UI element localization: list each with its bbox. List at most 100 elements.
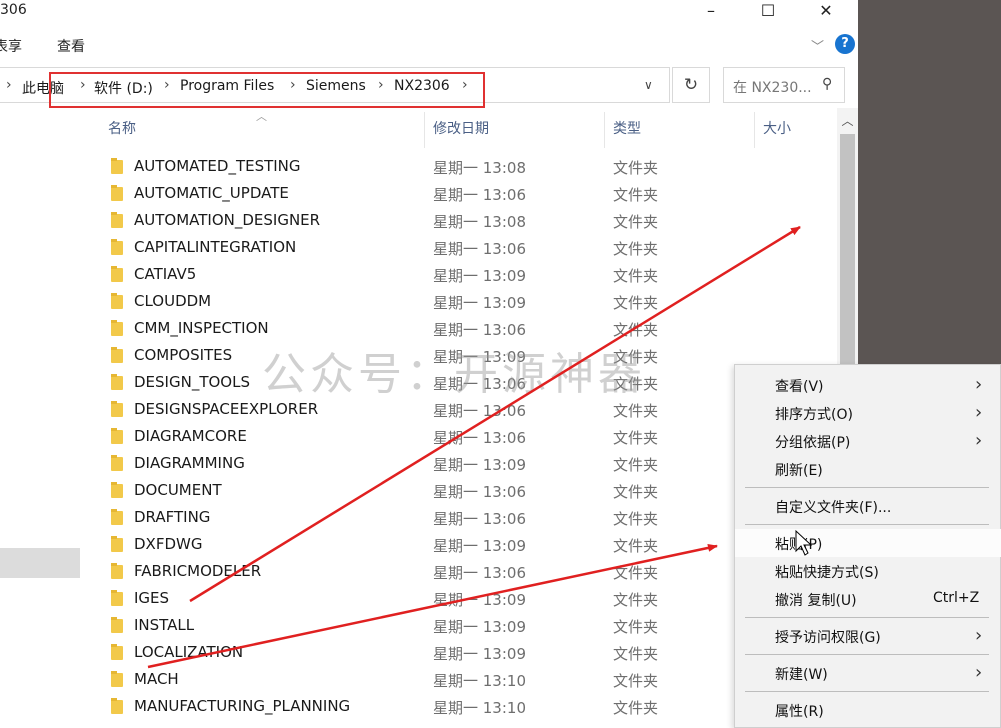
submenu-chevron-right-icon: › — [975, 402, 983, 423]
menu-item-label: 刷新(E) — [775, 463, 823, 479]
column-divider[interactable] — [604, 112, 605, 148]
file-type: 文件夹 — [613, 159, 659, 177]
file-row[interactable]: MACH 星期一 13:10 文件夹 — [100, 666, 750, 693]
menu-item-group[interactable]: 分组依据(P) › — [735, 427, 1001, 455]
close-button[interactable]: ✕ — [803, 0, 849, 24]
scrollbar-thumb[interactable] — [840, 134, 855, 394]
file-date: 星期一 13:06 — [433, 402, 526, 420]
context-menu: 查看(V) › 排序方式(O) › 分组依据(P) › 刷新(E) 自定义文件夹… — [734, 364, 1001, 728]
file-row[interactable]: CATIAV5 星期一 13:09 文件夹 — [100, 261, 750, 288]
menu-item-paste-shortcut[interactable]: 粘贴快捷方式(S) — [735, 557, 1001, 585]
column-header-name[interactable]: 名称 — [108, 118, 136, 138]
menu-item-label: 粘贴(P) — [775, 537, 823, 553]
file-row[interactable]: FABRICMODELER 星期一 13:06 文件夹 — [100, 558, 750, 585]
folder-icon — [111, 509, 123, 525]
nav-selected-item[interactable] — [0, 548, 80, 578]
file-row[interactable]: LOCALIZATION 星期一 13:09 文件夹 — [100, 639, 750, 666]
file-type: 文件夹 — [613, 699, 659, 717]
file-type: 文件夹 — [613, 591, 659, 609]
submenu-chevron-right-icon: › — [975, 374, 983, 395]
column-header-type[interactable]: 类型 — [613, 118, 641, 138]
address-highlight-box — [49, 72, 485, 108]
file-name: IGES — [134, 589, 170, 607]
file-type: 文件夹 — [613, 510, 659, 528]
column-divider[interactable] — [424, 112, 425, 148]
folder-icon — [111, 698, 123, 714]
file-row[interactable]: AUTOMATIC_UPDATE 星期一 13:06 文件夹 — [100, 180, 750, 207]
column-header-size[interactable]: 大小 — [763, 118, 791, 138]
menu-item-refresh[interactable]: 刷新(E) — [735, 455, 1001, 483]
file-row[interactable]: DOCUMENT 星期一 13:06 文件夹 — [100, 477, 750, 504]
menu-separator — [745, 487, 989, 488]
file-name: DIAGRAMCORE — [134, 427, 247, 445]
menu-item-new[interactable]: 新建(W) › — [735, 659, 1001, 687]
file-date: 星期一 13:06 — [433, 321, 526, 339]
file-type: 文件夹 — [613, 186, 659, 204]
menu-item-sort[interactable]: 排序方式(O) › — [735, 399, 1001, 427]
file-name: DESIGN_TOOLS — [134, 373, 250, 391]
file-type: 文件夹 — [613, 483, 659, 501]
file-type: 文件夹 — [613, 240, 659, 258]
folder-icon — [111, 455, 123, 471]
file-date: 星期一 13:10 — [433, 699, 526, 717]
menu-item-label: 排序方式(O) — [775, 407, 853, 423]
file-row[interactable]: AUTOMATED_TESTING 星期一 13:08 文件夹 — [100, 153, 750, 180]
file-date: 星期一 13:09 — [433, 591, 526, 609]
folder-icon — [111, 401, 123, 417]
menu-item-properties[interactable]: 属性(R) — [735, 696, 1001, 724]
file-name: CMM_INSPECTION — [134, 319, 269, 337]
file-date: 星期一 13:06 — [433, 240, 526, 258]
ribbon-expand-chevron-icon[interactable]: ﹀ — [811, 36, 824, 55]
file-name: DXFDWG — [134, 535, 203, 553]
menu-item-paste[interactable]: 粘贴(P) — [735, 529, 1001, 557]
file-type: 文件夹 — [613, 618, 659, 636]
file-row[interactable]: IGES 星期一 13:09 文件夹 — [100, 585, 750, 612]
file-row[interactable]: CAPITALINTEGRATION 星期一 13:06 文件夹 — [100, 234, 750, 261]
maximize-button[interactable]: ☐ — [745, 0, 791, 24]
file-date: 星期一 13:06 — [433, 564, 526, 582]
file-name: CAPITALINTEGRATION — [134, 238, 297, 256]
file-name: COMPOSITES — [134, 346, 233, 364]
search-placeholder: 在 NX230... — [733, 80, 812, 96]
menu-item-undo-copy[interactable]: 撤消 复制(U) Ctrl+Z — [735, 585, 1001, 613]
menu-item-customize-folder[interactable]: 自定义文件夹(F)... — [735, 492, 1001, 520]
column-header-date[interactable]: 修改日期 — [433, 118, 489, 138]
folder-icon — [111, 212, 123, 228]
file-type: 文件夹 — [613, 402, 659, 420]
search-input[interactable]: 在 NX230... ⚲ — [723, 67, 845, 103]
file-name: DESIGNSPACEEXPLORER — [134, 400, 319, 418]
refresh-icon[interactable]: ↻ — [672, 67, 710, 103]
folder-icon — [111, 563, 123, 579]
file-row[interactable]: MANUFACTURING_PLANNING 星期一 13:10 文件夹 — [100, 693, 750, 720]
watermark-text: 公众号：开源神器 — [262, 349, 646, 400]
ribbon: 表享 查看 ﹀ — [0, 30, 858, 60]
file-row[interactable]: DRAFTING 星期一 13:06 文件夹 — [100, 504, 750, 531]
file-row[interactable]: DIAGRAMMING 星期一 13:09 文件夹 — [100, 450, 750, 477]
scroll-up-arrow-icon[interactable]: ︿ — [837, 112, 858, 129]
file-row[interactable]: CLOUDDM 星期一 13:09 文件夹 — [100, 288, 750, 315]
tab-share[interactable]: 表享 — [0, 36, 22, 56]
file-name: MACH — [134, 670, 179, 688]
file-type: 文件夹 — [613, 645, 659, 663]
file-row[interactable]: AUTOMATION_DESIGNER 星期一 13:08 文件夹 — [100, 207, 750, 234]
menu-item-view[interactable]: 查看(V) › — [735, 371, 1001, 399]
file-date: 星期一 13:09 — [433, 294, 526, 312]
navigation-pane — [0, 108, 86, 728]
folder-icon — [111, 482, 123, 498]
file-name: CLOUDDM — [134, 292, 212, 310]
file-type: 文件夹 — [613, 321, 659, 339]
menu-item-shortcut: Ctrl+Z — [933, 590, 980, 606]
file-name: FABRICMODELER — [134, 562, 262, 580]
file-name: INSTALL — [134, 616, 195, 634]
file-row[interactable]: INSTALL 星期一 13:09 文件夹 — [100, 612, 750, 639]
file-type: 文件夹 — [613, 456, 659, 474]
tab-view[interactable]: 查看 — [57, 36, 85, 56]
minimize-button[interactable]: – — [688, 0, 734, 24]
address-history-chevron-down-icon[interactable]: ∨ — [644, 78, 653, 92]
help-icon[interactable]: ? — [835, 34, 855, 54]
column-divider[interactable] — [754, 112, 755, 148]
file-date: 星期一 13:06 — [433, 186, 526, 204]
menu-item-grant-access[interactable]: 授予访问权限(G) › — [735, 622, 1001, 650]
file-row[interactable]: DXFDWG 星期一 13:09 文件夹 — [100, 531, 750, 558]
file-row[interactable]: DIAGRAMCORE 星期一 13:06 文件夹 — [100, 423, 750, 450]
